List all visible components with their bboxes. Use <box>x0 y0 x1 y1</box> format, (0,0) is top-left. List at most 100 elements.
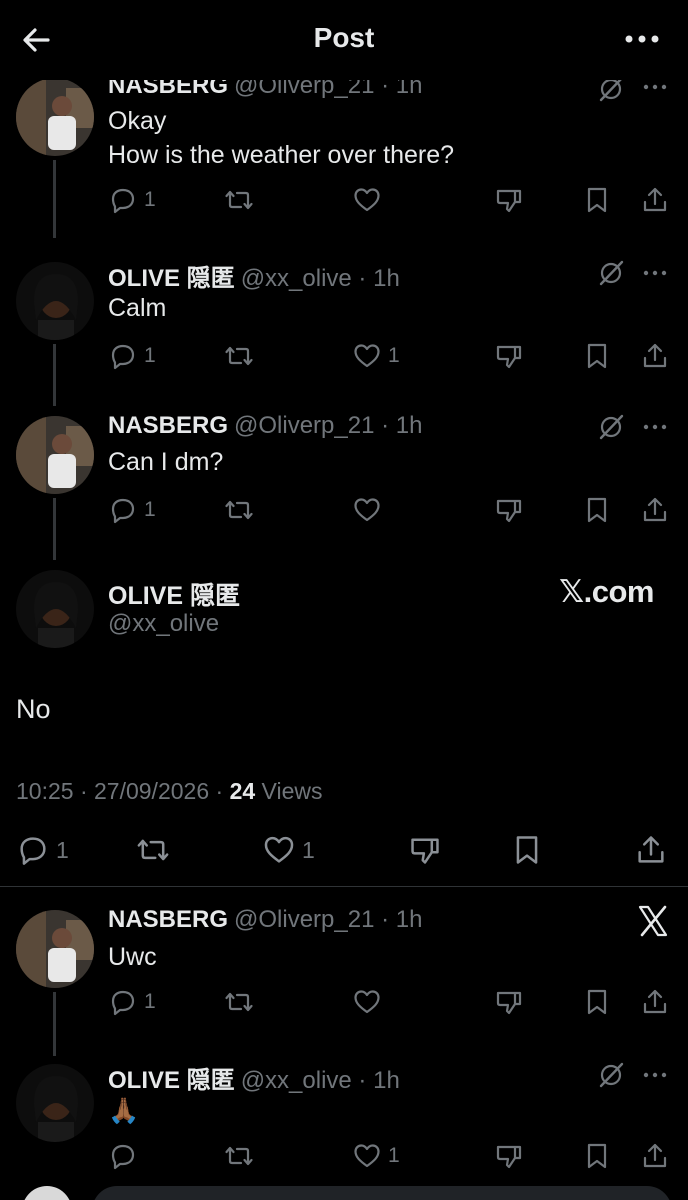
reply-count: 1 <box>144 188 156 211</box>
post-time[interactable]: 1h <box>373 265 400 292</box>
share-button[interactable] <box>640 984 670 1020</box>
thread-post[interactable]: NASBERG @Oliverp_21 · 1h Okay How is the … <box>0 72 688 238</box>
share-button[interactable] <box>640 1138 670 1174</box>
heart-button[interactable]: 1 <box>352 338 400 374</box>
heart-button[interactable]: 1 <box>262 830 315 870</box>
reply-icon <box>108 185 138 215</box>
share-button[interactable] <box>640 182 670 218</box>
reply-button[interactable]: 1 <box>108 182 156 218</box>
reply-bar <box>0 1178 688 1200</box>
reply-count: 1 <box>144 344 156 367</box>
bookmark-icon <box>582 1141 612 1171</box>
bookmark-button[interactable] <box>510 830 544 870</box>
x-logo-icon <box>636 904 670 938</box>
author-name[interactable]: NASBERG <box>108 906 228 933</box>
heart-button[interactable] <box>352 182 388 218</box>
downvote-icon <box>494 1141 524 1171</box>
watermark: 𝕏.com <box>559 574 654 609</box>
main-post: OLIVE 隠匿 @xx_olive 𝕏.com No 10:25 · 27/0… <box>0 566 688 886</box>
share-icon <box>634 833 668 867</box>
more-horizontal-icon[interactable] <box>640 412 670 442</box>
author-handle[interactable]: @Oliverp_21 <box>234 906 374 933</box>
author-handle[interactable]: @xx_olive <box>241 265 352 292</box>
like-count: 1 <box>302 836 315 863</box>
downvote-button[interactable] <box>408 830 442 870</box>
reply-icon <box>108 341 138 371</box>
downvote-icon <box>494 987 524 1017</box>
reply-button[interactable]: 1 <box>16 830 69 870</box>
bookmark-button[interactable] <box>582 182 612 218</box>
post-actions: 11 <box>108 338 678 374</box>
more-horizontal-icon[interactable] <box>640 258 670 288</box>
reply-count: 1 <box>56 836 69 863</box>
repost-button[interactable] <box>136 830 176 870</box>
repost-icon <box>136 833 170 867</box>
downvote-button[interactable] <box>494 338 524 374</box>
downvote-button[interactable] <box>494 492 524 528</box>
repost-button[interactable] <box>224 984 260 1020</box>
avatar[interactable] <box>16 262 94 340</box>
repost-icon <box>224 1141 254 1171</box>
post-time[interactable]: 1h <box>396 906 423 933</box>
thread-post[interactable]: OLIVE 隠匿 @xx_olive · 1h Calm 11 <box>0 258 688 406</box>
avatar[interactable] <box>22 1186 72 1200</box>
downvote-button[interactable] <box>494 984 524 1020</box>
more-horizontal-icon[interactable] <box>640 1060 670 1090</box>
author-name[interactable]: NASBERG <box>108 412 228 439</box>
avatar[interactable] <box>16 1064 94 1142</box>
thread-line <box>53 160 56 238</box>
repost-button[interactable] <box>224 182 260 218</box>
downvote-icon <box>408 833 442 867</box>
repost-button[interactable] <box>224 338 260 374</box>
avatar[interactable] <box>16 78 94 156</box>
bookmark-button[interactable] <box>582 984 612 1020</box>
share-button[interactable] <box>640 338 670 374</box>
downvote-icon <box>494 185 524 215</box>
repost-button[interactable] <box>224 1138 260 1174</box>
reply-post[interactable]: NASBERG @Oliverp_21 · 1h Uwc 1 <box>0 904 688 1056</box>
reply-count: 1 <box>144 990 156 1013</box>
bookmark-button[interactable] <box>582 338 612 374</box>
heart-button[interactable] <box>352 984 388 1020</box>
heart-button[interactable] <box>352 492 388 528</box>
downvote-button[interactable] <box>494 182 524 218</box>
post-meta: NASBERG @Oliverp_21 · 1h <box>108 906 422 934</box>
repost-button[interactable] <box>224 492 260 528</box>
reply-input[interactable] <box>92 1186 672 1200</box>
reply-button[interactable]: 1 <box>108 492 156 528</box>
reply-button[interactable]: 1 <box>108 338 156 374</box>
reply-post[interactable]: OLIVE 隠匿 @xx_olive · 1h 🙏🏾 1 <box>0 1060 688 1178</box>
reply-button[interactable] <box>108 1138 144 1174</box>
author-name[interactable]: OLIVE 隠匿 <box>108 265 235 292</box>
views-count: 24 <box>229 778 256 804</box>
author-name[interactable]: OLIVE 隠匿 <box>108 1067 235 1094</box>
share-icon <box>640 1141 670 1171</box>
grok-icon[interactable] <box>596 412 626 442</box>
repost-icon <box>224 495 254 525</box>
bookmark-button[interactable] <box>582 492 612 528</box>
more-horizontal-icon[interactable] <box>622 24 662 54</box>
share-button[interactable] <box>640 492 670 528</box>
page-title: Post <box>313 22 375 53</box>
avatar[interactable] <box>16 570 94 648</box>
bookmark-button[interactable] <box>582 1138 612 1174</box>
author-name[interactable]: OLIVE 隠匿 <box>108 576 240 612</box>
share-button[interactable] <box>634 830 668 870</box>
grok-icon[interactable] <box>596 258 626 288</box>
downvote-button[interactable] <box>494 1138 524 1174</box>
timestamp-text[interactable]: 10:25 · 27/09/2026 · <box>16 778 230 804</box>
avatar[interactable] <box>16 910 94 988</box>
post-time[interactable]: 1h <box>396 412 423 439</box>
author-handle[interactable]: @xx_olive <box>241 1067 352 1094</box>
post-time[interactable]: 1h <box>373 1067 400 1094</box>
reply-button[interactable]: 1 <box>108 984 156 1020</box>
thread-post[interactable]: NASBERG @Oliverp_21 · 1h Can I dm? 1 <box>0 412 688 560</box>
heart-button[interactable]: 1 <box>352 1138 400 1174</box>
bookmark-icon <box>510 833 544 867</box>
author-handle[interactable]: @Oliverp_21 <box>234 412 374 439</box>
separator: · <box>374 412 396 439</box>
avatar[interactable] <box>16 416 94 494</box>
grok-icon[interactable] <box>596 1060 626 1090</box>
author-handle[interactable]: @xx_olive <box>108 610 219 638</box>
separator: · <box>351 265 374 292</box>
